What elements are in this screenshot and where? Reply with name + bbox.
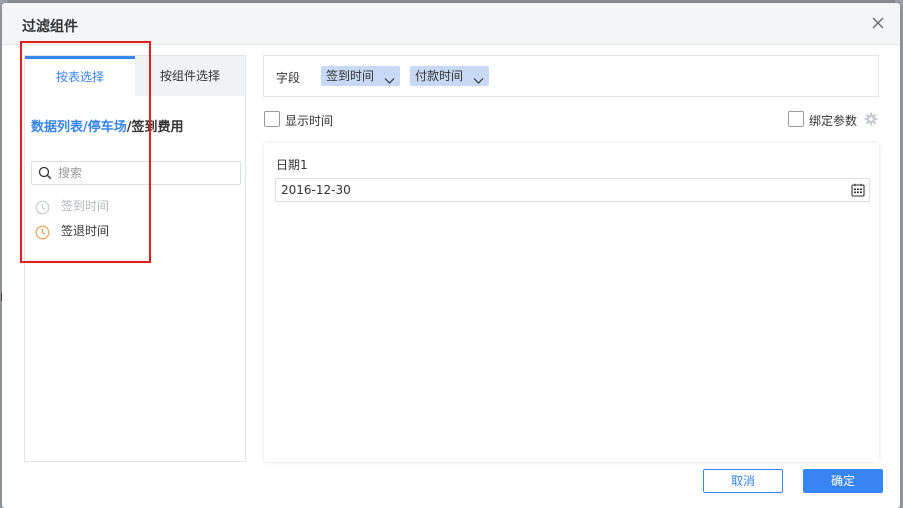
show-time-label: 显示时间 [285, 114, 334, 128]
date-input[interactable]: 2016-12-30 [275, 178, 870, 202]
field-item-label: 签退时间 [61, 224, 110, 238]
bind-param-option[interactable]: 绑定参数 [788, 111, 860, 129]
preview-panel: 日期1 2016-12-30 [264, 143, 879, 462]
clock-icon [35, 199, 50, 215]
gear-icon[interactable] [864, 112, 878, 126]
breadcrumb-current: 签到费用 [131, 120, 184, 135]
dialog-header: 过滤组件 [2, 3, 900, 45]
chevron-down-icon [384, 71, 395, 84]
search-icon [38, 166, 52, 180]
field-item-label: 签到时间 [61, 199, 110, 213]
bind-param-checkbox[interactable] [788, 111, 804, 127]
calendar-icon[interactable] [851, 183, 865, 197]
tab-by-component[interactable]: 按组件选择 [135, 56, 245, 96]
bind-param-label: 绑定参数 [809, 114, 858, 128]
chip-label: 签到时间 [326, 69, 375, 83]
tab-bar: 按表选择 按组件选择 [25, 56, 245, 96]
left-panel: 按表选择 按组件选择 数据列表/停车场/签到费用 签到时间 [24, 55, 246, 462]
show-time-option[interactable]: 显示时间 [264, 111, 354, 129]
close-icon[interactable] [870, 15, 886, 31]
field-row: 字段 签到时间 付款时间 [263, 55, 879, 97]
dialog-title: 过滤组件 [22, 19, 78, 35]
tab-by-table[interactable]: 按表选择 [25, 56, 135, 96]
chip-label: 付款时间 [415, 69, 464, 83]
field-item-checkin-time[interactable]: 签到时间 [35, 194, 235, 219]
field-chip-payment-time[interactable]: 付款时间 [410, 66, 489, 86]
field-chip-checkin-time[interactable]: 签到时间 [321, 66, 400, 86]
date-value: 2016-12-30 [281, 183, 351, 197]
chevron-down-icon [473, 71, 484, 84]
field-row-label: 字段 [276, 71, 301, 85]
cancel-button[interactable]: 取消 [703, 469, 783, 493]
breadcrumb-data-list[interactable]: 数据列表 [31, 120, 83, 135]
clock-icon [35, 224, 50, 240]
field-item-checkout-time[interactable]: 签退时间 [35, 219, 235, 244]
show-time-checkbox[interactable] [264, 111, 280, 127]
search-input[interactable] [58, 164, 236, 182]
filter-component-dialog: 过滤组件 按表选择 按组件选择 数据列表/停车场/签到费用 签到时间 [2, 3, 900, 508]
preview-label: 日期1 [276, 158, 308, 172]
confirm-button[interactable]: 确定 [803, 469, 883, 493]
breadcrumb: 数据列表/停车场/签到费用 [31, 116, 184, 135]
field-list: 签到时间 签退时间 [35, 194, 235, 244]
search-box [31, 161, 241, 185]
breadcrumb-parking[interactable]: 停车场 [88, 120, 127, 135]
